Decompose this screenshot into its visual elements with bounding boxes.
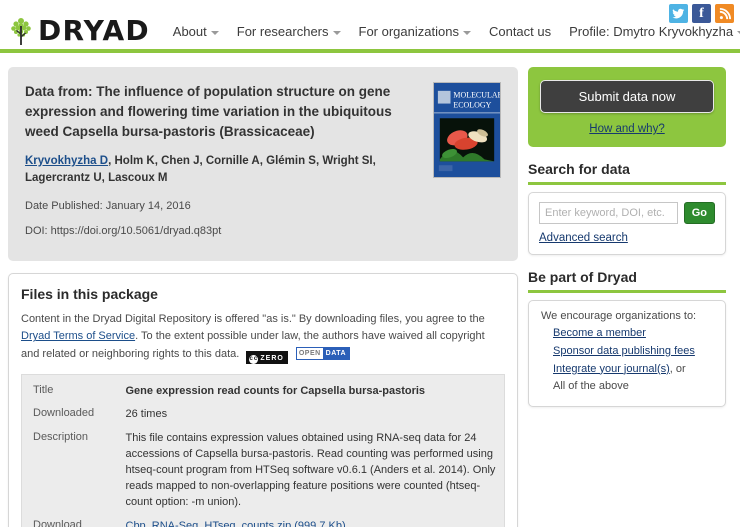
journal-cover-image: MOLECULAR ECOLOGY bbox=[433, 82, 501, 178]
sidebar: Submit data now How and why? Search for … bbox=[528, 67, 726, 408]
be-part-of-dryad-heading: Be part of Dryad bbox=[528, 269, 726, 293]
chevron-down-icon bbox=[210, 30, 219, 35]
terms-text-before: Content in the Dryad Digital Repository … bbox=[21, 313, 485, 326]
table-row: Title Gene expression read counts for Ca… bbox=[22, 374, 505, 403]
twitter-icon[interactable] bbox=[669, 4, 688, 23]
search-input[interactable] bbox=[539, 202, 678, 224]
search-for-data-heading: Search for data bbox=[528, 161, 726, 185]
row-label: Description bbox=[33, 431, 89, 444]
nav-label: For researchers bbox=[236, 24, 329, 39]
main-column: Data from: The influence of population s… bbox=[8, 67, 518, 527]
author-list: Kryvokhyzha D, Holm K, Chen J, Cornille … bbox=[25, 153, 395, 188]
nav-item-profile[interactable]: Profile: Dmytro Kryvokhyzha bbox=[560, 22, 740, 42]
search-go-button[interactable]: Go bbox=[683, 202, 715, 224]
nav-label: For organizations bbox=[358, 24, 459, 39]
download-file-link[interactable]: Cbp_RNA-Seq_HTseq_counts.zip (999.7 Kb) bbox=[126, 520, 346, 527]
author-link-primary[interactable]: Kryvokhyzha D bbox=[25, 155, 108, 167]
chevron-down-icon bbox=[332, 30, 341, 35]
row-label: Downloaded bbox=[33, 407, 95, 420]
how-and-why-link[interactable]: How and why? bbox=[589, 123, 664, 135]
all-of-the-above-text: All of the above bbox=[553, 380, 629, 393]
row-value-description: This file contains expression values obt… bbox=[125, 432, 496, 509]
encourage-options-list: Become a member Sponsor data publishing … bbox=[539, 325, 715, 396]
table-row: Description This file contains expressio… bbox=[22, 427, 505, 515]
become-a-member-link[interactable]: Become a member bbox=[553, 327, 646, 339]
be-part-of-dryad-panel: We encourage organizations to: Become a … bbox=[528, 300, 726, 408]
rss-icon[interactable] bbox=[715, 4, 734, 23]
doi-text: DOI: https://doi.org/10.5061/dryad.q83pt bbox=[25, 224, 222, 237]
files-panel-heading: Files in this package bbox=[21, 286, 158, 303]
row-value-download: Cbp_RNA-Seq_HTseq_counts.zip (999.7 Kb) bbox=[120, 515, 505, 527]
integrate-suffix: , or bbox=[669, 362, 686, 375]
files-in-package-panel: Files in this package Content in the Dry… bbox=[8, 273, 518, 527]
publication-summary: Data from: The influence of population s… bbox=[8, 67, 518, 262]
row-value-title: Gene expression read counts for Capsella… bbox=[125, 384, 426, 397]
nav-label: About bbox=[172, 24, 207, 39]
advanced-search-link[interactable]: Advanced search bbox=[539, 232, 628, 244]
table-row: Downloaded 26 times bbox=[22, 403, 505, 427]
row-label: Title bbox=[33, 383, 54, 396]
search-row: Go bbox=[539, 202, 715, 224]
row-value-downloaded: 26 times bbox=[125, 408, 168, 421]
page-title: Data from: The influence of population s… bbox=[25, 84, 392, 139]
chevron-down-icon bbox=[462, 30, 471, 35]
open-label: OPEN bbox=[298, 349, 321, 357]
list-item: Integrate your journal(s), or bbox=[553, 361, 715, 379]
sponsor-data-publishing-fees-link[interactable]: Sponsor data publishing fees bbox=[553, 345, 695, 357]
nav-label: Profile: Dmytro Kryvokhyzha bbox=[569, 24, 734, 39]
integrate-your-journals-link[interactable]: Integrate your journal(s) bbox=[553, 363, 670, 375]
search-panel: Go Advanced search bbox=[528, 192, 726, 255]
list-item: Sponsor data publishing fees bbox=[553, 343, 715, 361]
svg-text:ECOLOGY: ECOLOGY bbox=[453, 100, 491, 109]
nav-label: Contact us bbox=[488, 24, 552, 39]
submit-data-button[interactable]: Submit data now bbox=[540, 80, 714, 113]
nav-item-for-organizations[interactable]: For organizations bbox=[350, 22, 480, 42]
nav-item-for-researchers[interactable]: For researchers bbox=[228, 22, 350, 42]
facebook-icon[interactable]: f bbox=[692, 4, 711, 23]
dryad-terms-of-service-link[interactable]: Dryad Terms of Service bbox=[21, 330, 135, 342]
header-accent-rule bbox=[0, 49, 740, 53]
main-nav: About For researchers For organizations … bbox=[164, 22, 740, 42]
file-metadata-table: Title Gene expression read counts for Ca… bbox=[21, 373, 505, 527]
table-row: Download Cbp_RNA-Seq_HTseq_counts.zip (9… bbox=[22, 515, 505, 527]
dryad-logo[interactable]: DRYAD bbox=[8, 16, 150, 46]
list-item: All of the above bbox=[553, 378, 715, 396]
cc-zero-badge[interactable]: cc ZERO bbox=[246, 350, 288, 364]
nav-item-about[interactable]: About bbox=[164, 22, 228, 42]
data-label: DATA bbox=[322, 347, 350, 359]
encourage-intro: We encourage organizations to: bbox=[541, 310, 697, 322]
social-links: f bbox=[669, 4, 734, 23]
row-label: Download bbox=[33, 519, 82, 527]
list-item: Become a member bbox=[553, 325, 715, 343]
open-data-badge[interactable]: OPEN DATA bbox=[295, 346, 351, 360]
site-header: DRYAD About For researchers For organiza… bbox=[0, 0, 740, 56]
tree-icon bbox=[8, 16, 34, 46]
terms-paragraph: Content in the Dryad Digital Repository … bbox=[21, 311, 505, 364]
logo-wordmark: DRYAD bbox=[38, 14, 150, 47]
nav-item-contact-us[interactable]: Contact us bbox=[480, 22, 560, 42]
svg-text:MOLECULAR: MOLECULAR bbox=[453, 91, 500, 100]
date-published: Date Published: January 14, 2016 bbox=[25, 200, 191, 213]
cc-symbol: cc bbox=[249, 354, 259, 364]
cc-zero-label: ZERO bbox=[260, 354, 284, 362]
page-body: Data from: The influence of population s… bbox=[0, 56, 740, 527]
submit-data-panel: Submit data now How and why? bbox=[528, 67, 726, 147]
